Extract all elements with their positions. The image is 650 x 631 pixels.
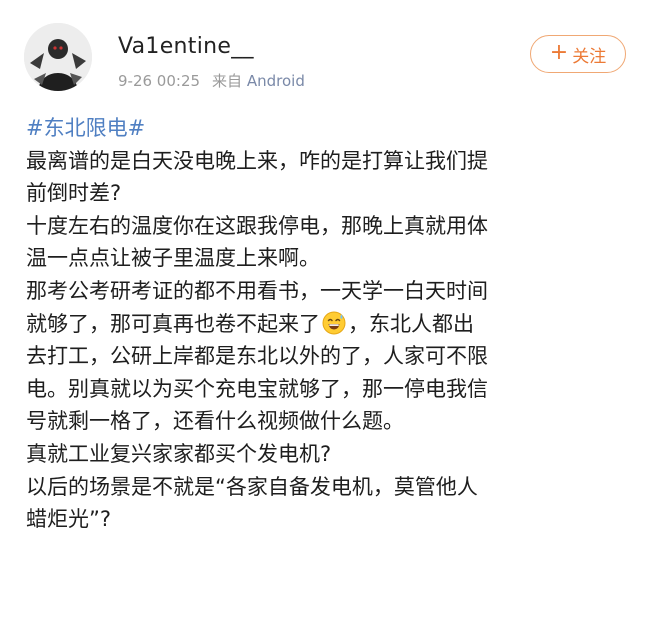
text-line: 那考公考研考证的都不用看书，一天学一白天时间 bbox=[26, 278, 488, 303]
text-line: 十度左右的温度你在这跟我停电，那晚上真就用体 bbox=[26, 213, 488, 238]
text-line: 蜡炬光”? bbox=[26, 507, 112, 532]
hashtag-line: #东北限电# bbox=[26, 112, 636, 145]
hashtag-link[interactable]: #东北限电# bbox=[26, 116, 145, 140]
text-line: 电。别真就以为买个充电宝就够了，那一停电我信 bbox=[26, 376, 488, 401]
text-line-with-emoji: 就够了，那可真再也卷不起来了 ，东北人都出 bbox=[26, 308, 636, 341]
text-segment: ，东北人都出 bbox=[348, 311, 474, 336]
post-header: Va1entine__ 9-26 00:25 来自 Android + 关注 bbox=[0, 0, 650, 100]
text-line: 最离谱的是白天没电晚上来，咋的是打算让我们提 bbox=[26, 148, 488, 173]
text-line: 温一点点让被子里温度上来啊。 bbox=[26, 246, 320, 271]
username[interactable]: Va1entine__ bbox=[118, 34, 254, 59]
text-line: 号就剩一格了，还看什么视频做什么题。 bbox=[26, 409, 404, 434]
source-prefix: 来自 bbox=[212, 72, 243, 90]
text-line: 前倒时差? bbox=[26, 181, 122, 206]
text-line: 真就工业复兴家家都买个发电机? bbox=[26, 441, 332, 466]
plus-icon: + bbox=[549, 40, 569, 65]
user-avatar[interactable] bbox=[24, 23, 92, 91]
post-meta: 9-26 00:25 来自 Android bbox=[118, 70, 305, 91]
post-time: 9-26 00:25 bbox=[118, 72, 201, 90]
avatar-image bbox=[24, 23, 92, 91]
post-content: #东北限电# 最离谱的是白天没电晚上来，咋的是打算让我们提 前倒时差? 十度左右… bbox=[26, 112, 636, 536]
text-segment: 就够了，那可真再也卷不起来了 bbox=[26, 311, 320, 336]
grinning-sweat-emoji-icon bbox=[322, 311, 346, 335]
text-line: 去打工，公研上岸都是东北以外的了，人家可不限 bbox=[26, 344, 488, 369]
follow-button[interactable]: + 关注 bbox=[530, 35, 626, 73]
text-line: 以后的场景是不就是“各家自备发电机，莫管他人 bbox=[26, 474, 478, 499]
follow-label: 关注 bbox=[572, 46, 607, 67]
source-app: Android bbox=[246, 72, 305, 90]
